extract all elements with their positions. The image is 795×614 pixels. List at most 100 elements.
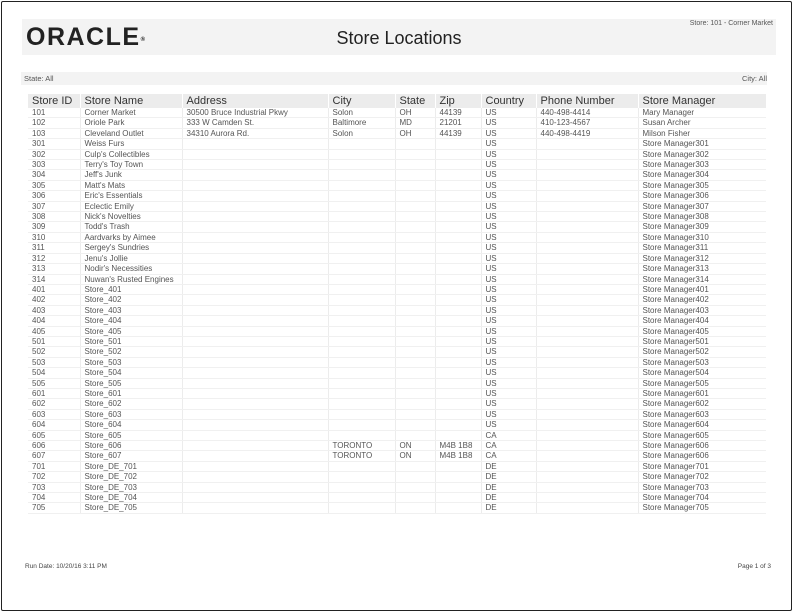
- cell-phone-number: [536, 180, 639, 192]
- cell-phone-number: [536, 346, 639, 358]
- cell-store-name: Store_606: [80, 440, 183, 452]
- cell-city: [328, 242, 396, 254]
- cell-country: DE: [481, 471, 537, 483]
- cell-address: [182, 180, 329, 192]
- cell-store-name: Store_602: [80, 398, 183, 410]
- cell-zip: [435, 138, 482, 150]
- cell-country: US: [481, 159, 537, 171]
- cell-zip: [435, 221, 482, 233]
- cell-store-id: 702: [28, 471, 81, 483]
- cell-country: US: [481, 211, 537, 223]
- cell-zip: 44139: [435, 108, 482, 119]
- cell-store-manager: Store Manager305: [638, 180, 766, 192]
- cell-country: US: [481, 180, 537, 192]
- table-row: 103 Cleveland Outlet 34310 Aurora Rd. Solon…: [28, 128, 766, 140]
- table-row: 101 Corner Market 30500 Bruce Industrial P…: [28, 108, 766, 119]
- cell-store-name: Weiss Furs: [80, 138, 183, 150]
- cell-store-manager: Store Manager603: [638, 409, 766, 421]
- cell-zip: 21201: [435, 117, 482, 129]
- cell-city: Solon: [328, 128, 396, 140]
- cell-address: [182, 461, 329, 473]
- cell-store-manager: Milson Fisher: [638, 128, 766, 140]
- cell-state: [395, 263, 436, 275]
- cell-city: [328, 138, 396, 150]
- cell-store-name: Store_DE_703: [80, 482, 183, 494]
- cell-store-manager: Store Manager602: [638, 398, 766, 410]
- cell-store-name: Store_501: [80, 336, 183, 348]
- cell-store-manager: Store Manager606: [638, 440, 766, 452]
- cell-phone-number: [536, 326, 639, 337]
- table-row: 501 Store_501 US Store Manager501: [28, 336, 766, 348]
- cell-store-name: Store_DE_702: [80, 471, 183, 483]
- cell-store-name: Store_601: [80, 388, 183, 400]
- cell-store-id: 703: [28, 482, 81, 494]
- cell-address: [182, 169, 329, 181]
- cell-store-name: Corner Market: [80, 108, 183, 119]
- table-row: 401 Store_401 US Store Manager401: [28, 284, 766, 296]
- cell-store-manager: Store Manager304: [638, 169, 766, 181]
- cell-zip: [435, 232, 482, 244]
- cell-store-id: 504: [28, 367, 81, 379]
- cell-state: [395, 430, 436, 442]
- cell-phone-number: [536, 274, 639, 285]
- table-row: 306 Eric's Essentials US Store Manager306: [28, 190, 766, 202]
- table-row: 703 Store_DE_703 DE Store Manager703: [28, 482, 766, 494]
- cell-phone-number: [536, 357, 639, 369]
- cell-zip: [435, 409, 482, 421]
- cell-state: [395, 315, 436, 327]
- cell-store-name: Sergey's Sundries: [80, 242, 183, 254]
- cell-country: US: [481, 315, 537, 327]
- cell-store-manager: Store Manager303: [638, 159, 766, 171]
- cell-zip: [435, 315, 482, 327]
- table-row: 704 Store_DE_704 DE Store Manager704: [28, 492, 766, 504]
- cell-address: [182, 305, 329, 317]
- cell-store-manager: Store Manager701: [638, 461, 766, 473]
- cell-country: US: [481, 169, 537, 181]
- cell-phone-number: [536, 471, 639, 483]
- cell-store-id: 314: [28, 274, 81, 285]
- cell-store-manager: Mary Manager: [638, 108, 766, 119]
- column-header-state: State: [395, 94, 436, 108]
- cell-address: [182, 430, 329, 442]
- cell-state: [395, 138, 436, 150]
- cell-zip: [435, 492, 482, 504]
- table-row: 308 Nick's Novelties US Store Manager308: [28, 211, 766, 223]
- cell-city: [328, 357, 396, 369]
- cell-country: US: [481, 201, 537, 213]
- cell-zip: [435, 190, 482, 202]
- cell-zip: [435, 326, 482, 337]
- cell-store-id: 403: [28, 305, 81, 317]
- cell-city: [328, 294, 396, 306]
- cell-phone-number: [536, 263, 639, 275]
- cell-city: Solon: [328, 108, 396, 119]
- cell-phone-number: [536, 211, 639, 223]
- cell-city: Baltimore: [328, 117, 396, 129]
- cell-country: CA: [481, 450, 537, 462]
- cell-phone-number: [536, 367, 639, 379]
- table-row: 505 Store_505 US Store Manager505: [28, 378, 766, 389]
- table-row: 603 Store_603 US Store Manager603: [28, 409, 766, 421]
- cell-city: [328, 398, 396, 410]
- cell-country: US: [481, 128, 537, 140]
- cell-state: ON: [395, 450, 436, 462]
- cell-city: [328, 211, 396, 223]
- cell-address: [182, 294, 329, 306]
- cell-zip: [435, 430, 482, 442]
- table-row: 313 Nodir's Necessities US Store Manager313: [28, 263, 766, 275]
- cell-city: [328, 346, 396, 358]
- cell-address: [182, 378, 329, 389]
- cell-store-name: Store_502: [80, 346, 183, 358]
- cell-state: [395, 232, 436, 244]
- cell-state: [395, 305, 436, 317]
- cell-state: [395, 461, 436, 473]
- cell-store-manager: Store Manager505: [638, 378, 766, 389]
- cell-address: [182, 201, 329, 213]
- cell-address: [182, 211, 329, 223]
- cell-store-id: 306: [28, 190, 81, 202]
- cell-phone-number: [536, 221, 639, 233]
- cell-city: [328, 221, 396, 233]
- cell-store-name: Store_605: [80, 430, 183, 442]
- cell-phone-number: [536, 336, 639, 348]
- cell-zip: [435, 274, 482, 285]
- cell-country: US: [481, 367, 537, 379]
